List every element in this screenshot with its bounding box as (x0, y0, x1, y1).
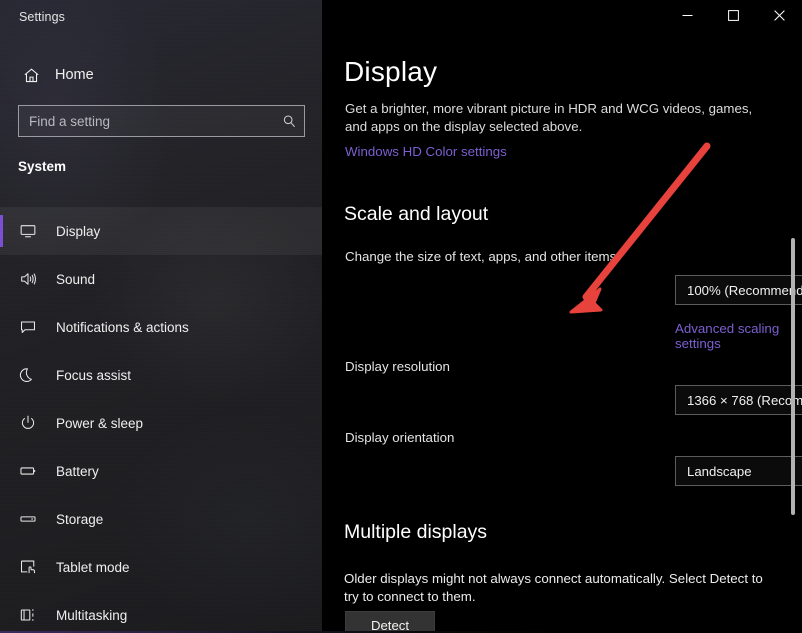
search-box[interactable] (18, 105, 305, 137)
resolution-label: Display resolution (345, 359, 450, 374)
advanced-scaling-settings-link[interactable]: Advanced scaling settings (675, 321, 802, 351)
sidebar-item-power-sleep[interactable]: Power & sleep (0, 399, 322, 447)
multiple-displays-description: Older displays might not always connect … (344, 570, 776, 606)
page-title: Display (344, 56, 437, 88)
power-icon (18, 413, 38, 433)
maximize-button[interactable] (710, 0, 756, 31)
sidebar-item-tablet-mode[interactable]: Tablet mode (0, 543, 322, 591)
speaker-icon (18, 269, 38, 289)
sidebar-item-notifications-label: Notifications & actions (56, 320, 189, 335)
sidebar-item-display[interactable]: Display (0, 207, 322, 255)
sidebar-item-home[interactable]: Home (14, 60, 310, 90)
sidebar-group-label: System (18, 159, 66, 174)
scale-and-layout-heading: Scale and layout (344, 203, 488, 226)
scale-dropdown[interactable]: 100% (Recommended) (675, 275, 802, 305)
scale-label: Change the size of text, apps, and other… (345, 249, 616, 264)
search-input[interactable] (19, 106, 274, 136)
battery-icon (18, 461, 38, 481)
sidebar-item-storage-label: Storage (56, 512, 103, 527)
settings-window: Settings Home System (0, 0, 802, 633)
monitor-icon (18, 221, 38, 241)
sidebar-item-focus-assist-label: Focus assist (56, 368, 131, 383)
sidebar-item-battery[interactable]: Battery (0, 447, 322, 495)
detect-button[interactable]: Detect (345, 611, 435, 633)
scrollbar-thumb[interactable] (791, 238, 795, 515)
search-icon[interactable] (274, 114, 304, 129)
chat-bubble-icon (18, 317, 38, 337)
scrollbar-track[interactable] (793, 33, 799, 633)
minimize-button[interactable] (664, 0, 710, 31)
sidebar-item-notifications[interactable]: Notifications & actions (0, 303, 322, 351)
window-title: Settings (19, 10, 65, 24)
windows-hd-color-settings-link[interactable]: Windows HD Color settings (345, 144, 507, 159)
sidebar-item-battery-label: Battery (56, 464, 99, 479)
multiple-displays-heading: Multiple displays (344, 521, 487, 544)
orientation-dropdown-value: Landscape (687, 464, 802, 479)
multitask-icon (18, 605, 38, 625)
sidebar-item-storage[interactable]: Storage (0, 495, 322, 543)
tablet-hand-icon (18, 557, 38, 577)
resolution-dropdown[interactable]: 1366 × 768 (Recommended) (675, 385, 802, 415)
window-controls (664, 0, 802, 31)
sidebar-item-multitasking-label: Multitasking (56, 608, 127, 623)
content-pane: Display Get a brighter, more vibrant pic… (330, 0, 802, 633)
sidebar-nav-list: Display Sound (0, 207, 322, 633)
sidebar-item-sound[interactable]: Sound (0, 255, 322, 303)
resolution-dropdown-value: 1366 × 768 (Recommended) (687, 393, 802, 408)
sidebar-item-multitasking[interactable]: Multitasking (0, 591, 322, 633)
sidebar-item-sound-label: Sound (56, 272, 95, 287)
scale-dropdown-value: 100% (Recommended) (687, 283, 802, 298)
page-description: Get a brighter, more vibrant picture in … (345, 100, 777, 136)
sidebar: Settings Home System (0, 0, 322, 633)
home-icon (21, 65, 41, 85)
sidebar-item-tablet-mode-label: Tablet mode (56, 560, 130, 575)
sidebar-item-focus-assist[interactable]: Focus assist (0, 351, 322, 399)
sidebar-content-divider (322, 0, 330, 633)
sidebar-item-power-sleep-label: Power & sleep (56, 416, 143, 431)
orientation-dropdown[interactable]: Landscape (675, 456, 802, 486)
orientation-label: Display orientation (345, 430, 454, 445)
moon-icon (18, 365, 38, 385)
sidebar-item-home-label: Home (55, 67, 94, 83)
close-button[interactable] (756, 0, 802, 31)
drive-icon (18, 509, 38, 529)
sidebar-item-display-label: Display (56, 224, 100, 239)
